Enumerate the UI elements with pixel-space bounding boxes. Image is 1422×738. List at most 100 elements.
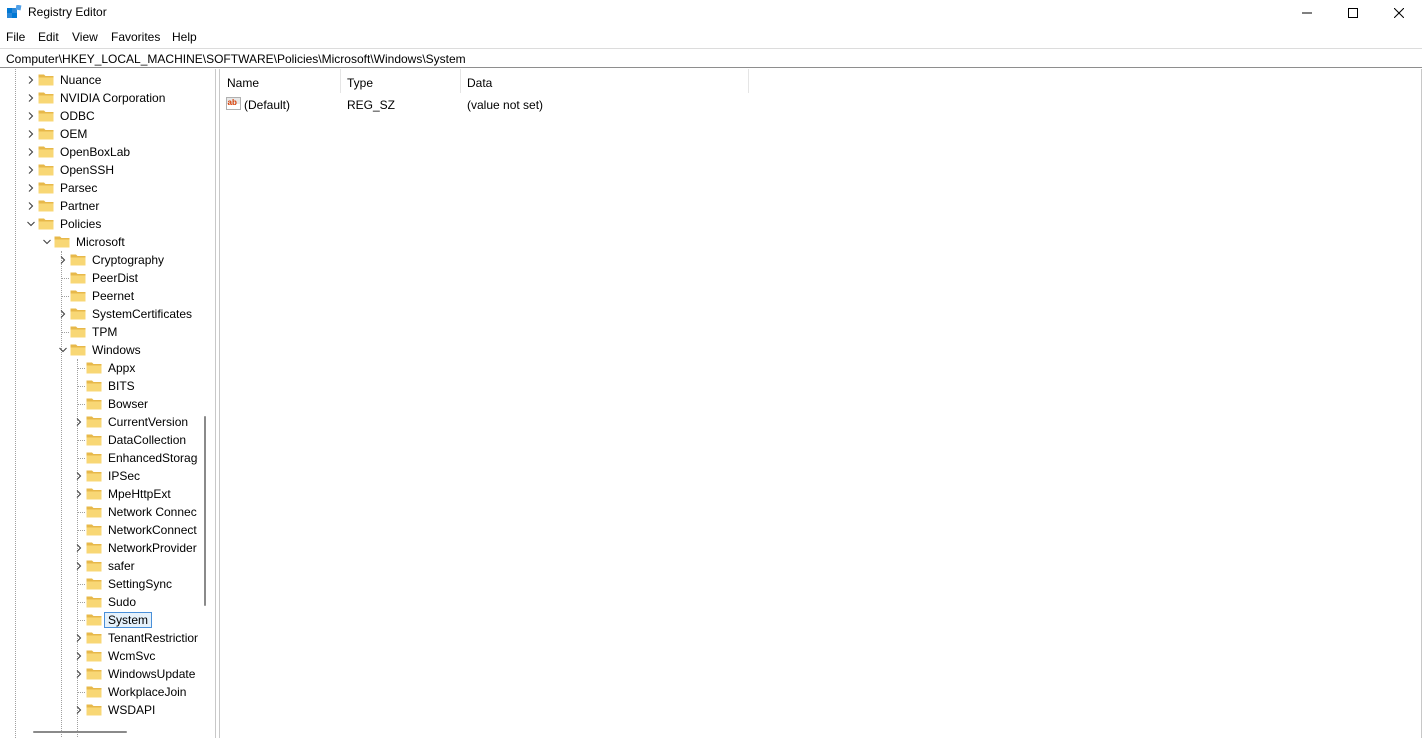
chevron-right-icon[interactable]: [27, 202, 35, 210]
tree-item[interactable]: TPM: [0, 323, 198, 341]
tree-item[interactable]: Policies: [0, 215, 198, 233]
tree-item[interactable]: safer: [0, 557, 198, 575]
tree-item[interactable]: BITS: [0, 377, 198, 395]
tree-item[interactable]: System: [0, 611, 198, 629]
chevron-right-icon[interactable]: [75, 418, 83, 426]
chevron-down-icon[interactable]: [59, 346, 67, 354]
tree-item-label: ODBC: [60, 109, 95, 123]
tree-item[interactable]: NetworkConnect: [0, 521, 198, 539]
tree-item[interactable]: OEM: [0, 125, 198, 143]
tree-item[interactable]: Network Connec: [0, 503, 198, 521]
address-path[interactable]: Computer\HKEY_LOCAL_MACHINE\SOFTWARE\Pol…: [6, 52, 466, 66]
tree-item[interactable]: PeerDist: [0, 269, 198, 287]
tree-item[interactable]: Cryptography: [0, 251, 198, 269]
tree-item[interactable]: Partner: [0, 197, 198, 215]
chevron-right-icon[interactable]: [75, 490, 83, 498]
tree-item[interactable]: Microsoft: [0, 233, 198, 251]
minimize-button[interactable]: [1284, 0, 1330, 26]
chevron-right-icon[interactable]: [75, 652, 83, 660]
maximize-icon: [1348, 8, 1358, 18]
chevron-right-icon[interactable]: [27, 184, 35, 192]
tree-item-label: NetworkProvider: [108, 541, 197, 555]
tree-item-label: OpenSSH: [60, 163, 115, 177]
tree-item-label-selected: System: [104, 612, 153, 628]
tree-item[interactable]: EnhancedStorage: [0, 449, 198, 467]
tree-item[interactable]: WindowsUpdate: [0, 665, 198, 683]
column-header-name[interactable]: Name: [220, 69, 340, 93]
tree-item[interactable]: OpenSSH: [0, 161, 198, 179]
tree-item[interactable]: Parsec: [0, 179, 198, 197]
tree-item[interactable]: SettingSync: [0, 575, 198, 593]
tree-item[interactable]: WorkplaceJoin: [0, 683, 198, 701]
chevron-right-icon[interactable]: [27, 130, 35, 138]
tree-vertical-scroll-thumb[interactable]: [204, 416, 206, 606]
chevron-right-icon[interactable]: [27, 94, 35, 102]
string-value-icon: ab: [226, 97, 241, 110]
tree-item[interactable]: SystemCertificates: [0, 305, 198, 323]
tree-item-label: Peernet: [92, 289, 135, 303]
chevron-right-icon[interactable]: [75, 562, 83, 570]
value-row[interactable]: ab (Default) REG_SZ (value not set): [220, 95, 1422, 113]
column-header-type[interactable]: Type: [340, 69, 460, 93]
tree-item[interactable]: MpeHttpExt: [0, 485, 198, 503]
folder-icon: [86, 362, 102, 374]
folder-icon: [86, 704, 102, 716]
tree-item[interactable]: ODBC: [0, 107, 198, 125]
chevron-right-icon[interactable]: [75, 472, 83, 480]
tree-item[interactable]: OpenBoxLab: [0, 143, 198, 161]
minimize-icon: [1302, 12, 1312, 14]
column-divider[interactable]: [748, 69, 749, 93]
svg-text:ab: ab: [228, 98, 237, 107]
chevron-right-icon[interactable]: [75, 634, 83, 642]
maximize-button[interactable]: [1330, 0, 1376, 26]
column-header-data[interactable]: Data: [460, 69, 748, 93]
tree-item[interactable]: Bowser: [0, 395, 198, 413]
menu-view[interactable]: View: [72, 30, 98, 44]
chevron-right-icon[interactable]: [75, 670, 83, 678]
tree-item[interactable]: NetworkProvider: [0, 539, 198, 557]
address-bar[interactable]: Computer\HKEY_LOCAL_MACHINE\SOFTWARE\Pol…: [0, 48, 1422, 68]
menu-file[interactable]: File: [6, 30, 25, 44]
chevron-right-icon[interactable]: [27, 166, 35, 174]
tree-item-label: PeerDist: [92, 271, 139, 285]
folder-icon: [86, 686, 102, 698]
key-tree[interactable]: Nuance NVIDIA Corporation ODBC OEM OpenBoxLa…: [0, 69, 198, 738]
chevron-down-icon[interactable]: [27, 220, 35, 228]
tree-item[interactable]: DataCollection: [0, 431, 198, 449]
chevron-right-icon[interactable]: [75, 706, 83, 714]
menu-help[interactable]: Help: [172, 30, 197, 44]
tree-vertical-scrollbar[interactable]: [200, 69, 212, 721]
folder-icon: [38, 110, 54, 122]
folder-icon: [38, 218, 54, 230]
chevron-right-icon[interactable]: [75, 544, 83, 552]
folder-icon: [86, 434, 102, 446]
chevron-down-icon[interactable]: [43, 238, 51, 246]
folder-icon: [86, 560, 102, 572]
chevron-right-icon[interactable]: [27, 148, 35, 156]
tree-item[interactable]: Sudo: [0, 593, 198, 611]
tree-item[interactable]: IPSec: [0, 467, 198, 485]
tree-item-label: Appx: [108, 361, 136, 375]
tree-item[interactable]: TenantRestriction: [0, 629, 198, 647]
tree-item[interactable]: Nuance: [0, 71, 198, 89]
pane-splitter[interactable]: [215, 69, 216, 738]
tree-item[interactable]: CurrentVersion: [0, 413, 198, 431]
tree-item[interactable]: NVIDIA Corporation: [0, 89, 198, 107]
menu-favorites[interactable]: Favorites: [111, 30, 160, 44]
tree-item[interactable]: Windows: [0, 341, 198, 359]
menu-edit[interactable]: Edit: [38, 30, 59, 44]
values-list[interactable]: Name Type Data ab (Default) REG_SZ (valu…: [220, 69, 1422, 738]
chevron-right-icon[interactable]: [59, 256, 67, 264]
close-button[interactable]: [1376, 0, 1422, 26]
chevron-right-icon[interactable]: [27, 112, 35, 120]
chevron-right-icon[interactable]: [59, 310, 67, 318]
tree-item[interactable]: Appx: [0, 359, 198, 377]
tree-item[interactable]: Peernet: [0, 287, 198, 305]
tree-item-label: Network Connec: [108, 505, 197, 519]
folder-icon: [86, 380, 102, 392]
tree-horizontal-scroll-thumb[interactable]: [33, 731, 127, 733]
tree-item[interactable]: WcmSvc: [0, 647, 198, 665]
tree-item[interactable]: WSDAPI: [0, 701, 198, 719]
tree-item-label: OpenBoxLab: [60, 145, 131, 159]
chevron-right-icon[interactable]: [27, 76, 35, 84]
